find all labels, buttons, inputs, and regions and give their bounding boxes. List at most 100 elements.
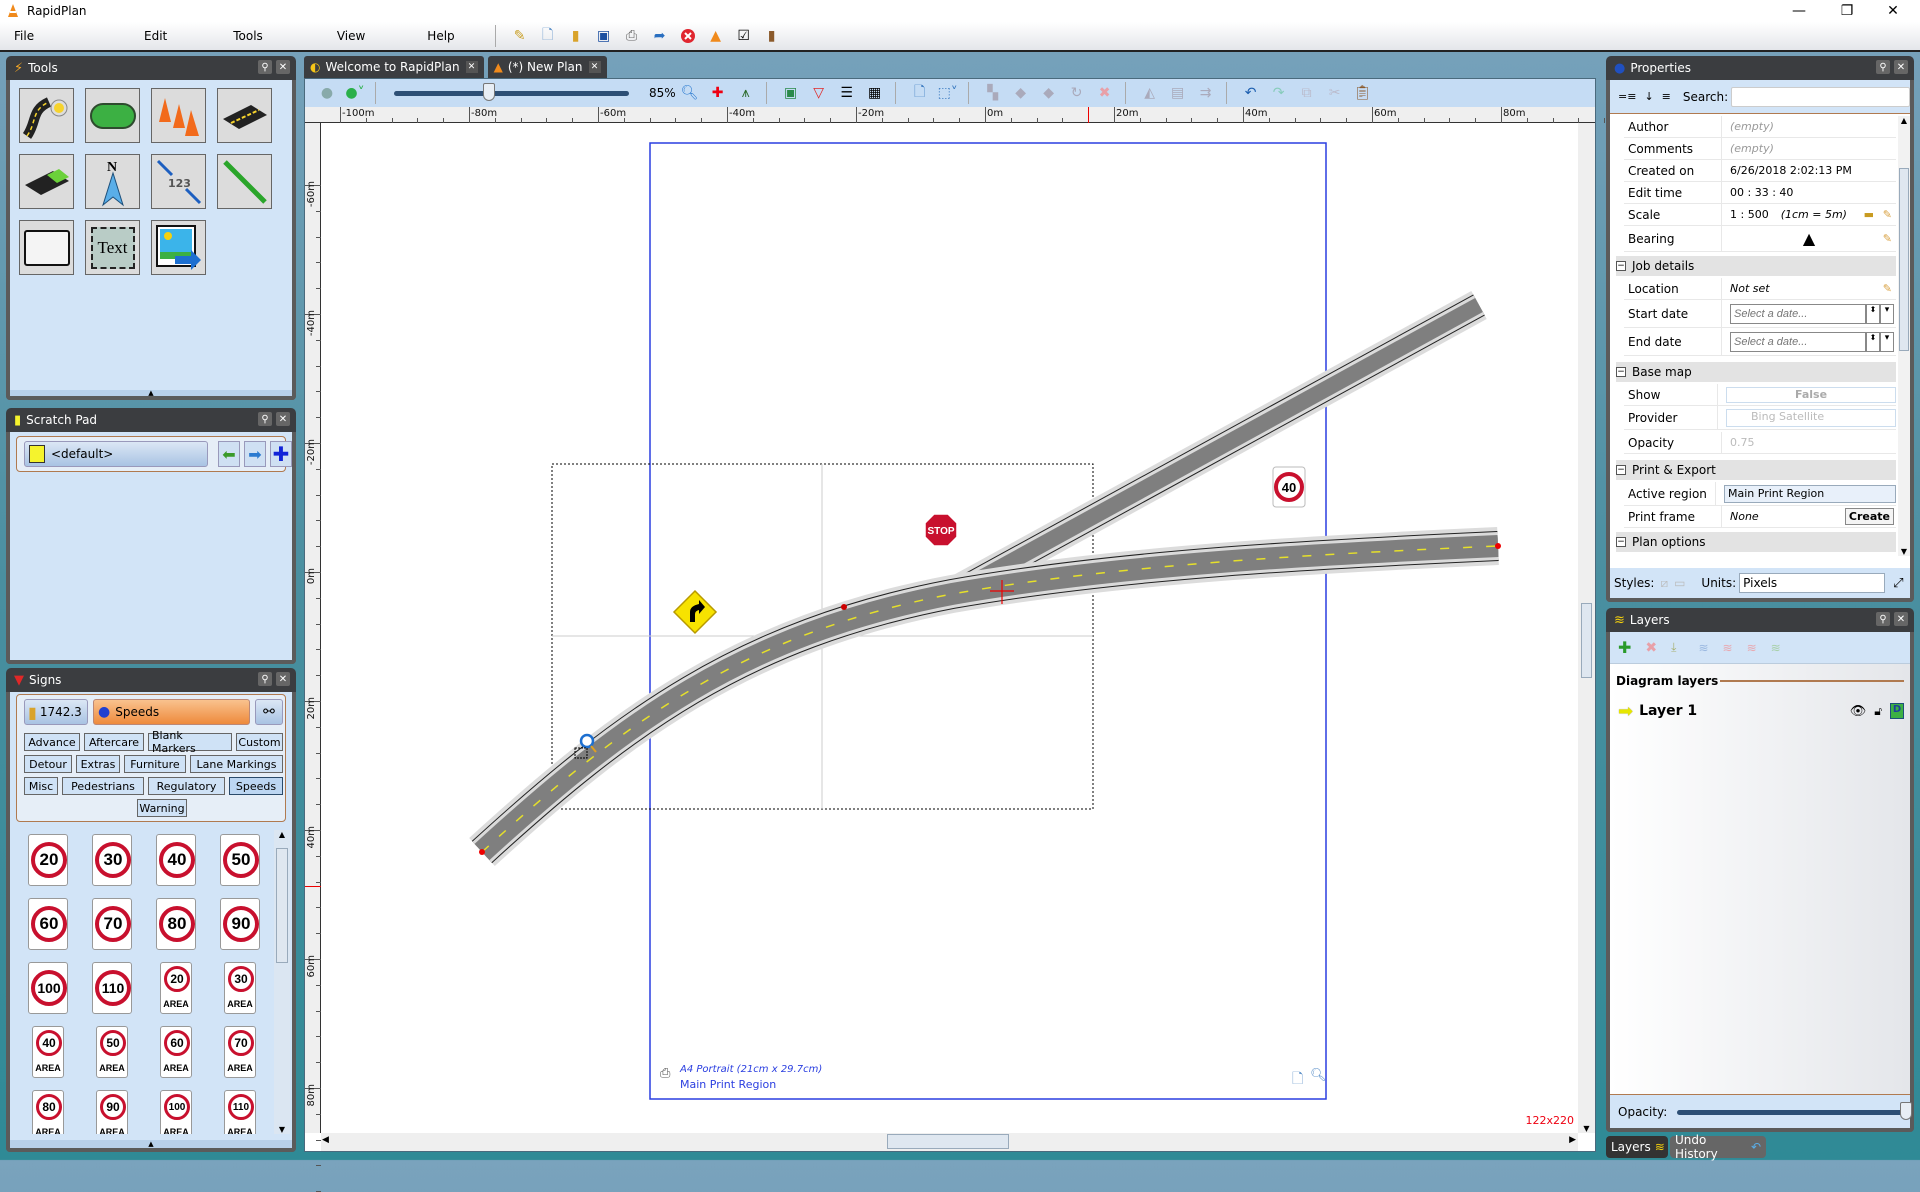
signs-resize-handle[interactable]: ▲	[10, 1140, 292, 1148]
zoom-slider[interactable]	[394, 83, 629, 103]
close-icon[interactable]: ✕	[1894, 60, 1908, 74]
speed-sign-20[interactable]: 20	[28, 834, 68, 886]
speed-sign-90[interactable]: 90	[220, 898, 260, 950]
line-tool[interactable]	[217, 154, 272, 209]
speed-sign-80[interactable]: 80	[156, 898, 196, 950]
list-view-icon[interactable]: ≡	[1662, 90, 1671, 103]
close-tab-icon[interactable]: ✕	[588, 61, 601, 73]
checkbox-icon[interactable]: ☑	[734, 26, 754, 46]
end-date-dropdown[interactable]: ▾	[1880, 331, 1894, 352]
layer-opacity-slider[interactable]	[1677, 1101, 1913, 1122]
area-speed-sign-50[interactable]: 50 AREA	[96, 1026, 128, 1078]
alpha-sort-icon[interactable]: ↓	[1644, 90, 1653, 103]
delete-layer-icon[interactable]: ✖	[1645, 640, 1657, 656]
menu-help[interactable]: Help	[369, 29, 458, 43]
sign-tab-blank-markers[interactable]: Blank Markers	[148, 729, 232, 755]
bring-forward-icon[interactable]: ◆	[1011, 83, 1031, 103]
group-icon[interactable]: ▚	[983, 83, 1003, 103]
signs-scrollbar[interactable]: ▲ ▼	[274, 830, 290, 1134]
paste-icon[interactable]: 📋︎	[1353, 83, 1373, 103]
lock-icon[interactable]: 🔓︎	[1874, 704, 1882, 719]
close-icon[interactable]: ✕	[276, 60, 290, 74]
bottom-tab-undo-history[interactable]: Undo History ↶	[1670, 1133, 1766, 1161]
sign-category-selector[interactable]: ● Speeds	[93, 699, 250, 725]
snap-icon[interactable]: ⩚	[736, 83, 756, 103]
sign-tab-advance[interactable]: Advance	[24, 733, 80, 751]
new-document-icon[interactable]: 🗋	[538, 26, 558, 46]
pin-icon[interactable]: ⚲	[258, 672, 272, 686]
section-plan-options[interactable]: − Plan options	[1616, 532, 1896, 552]
speed-sign-110[interactable]: 110	[92, 962, 132, 1014]
undo-icon[interactable]: ↶	[1241, 83, 1261, 103]
page-icon[interactable]: 🗋	[910, 83, 930, 103]
road-section-tool[interactable]	[217, 88, 272, 143]
sign-tab-misc[interactable]: Misc	[24, 777, 58, 795]
measure-tool[interactable]: 123	[151, 154, 206, 209]
sign-tab-custom[interactable]: Custom	[236, 733, 283, 751]
flip-icon[interactable]: ◭	[1140, 83, 1160, 103]
close-tab-icon[interactable]: ✕	[465, 61, 478, 73]
copy-icon[interactable]: ⧉	[1297, 83, 1317, 103]
zoom-slider-thumb[interactable]	[483, 83, 496, 101]
sign-tab-pedestrians[interactable]: Pedestrians	[62, 777, 144, 795]
restore-button[interactable]: ❐	[1824, 0, 1870, 22]
layer-top-icon[interactable]: ≋	[1747, 641, 1757, 655]
layer-d-icon[interactable]: D	[1890, 703, 1904, 719]
distribute-icon[interactable]: ⇉	[1196, 83, 1216, 103]
horizontal-scroll-thumb[interactable]	[887, 1134, 1009, 1149]
close-icon[interactable]: ✕	[276, 412, 290, 426]
edit-pencil-icon[interactable]: ✎	[1883, 282, 1892, 295]
pin-icon[interactable]: ⚲	[258, 60, 272, 74]
image-tool[interactable]	[151, 220, 206, 275]
section-base-map[interactable]: − Base map	[1616, 362, 1896, 382]
cones-tool[interactable]	[151, 88, 206, 143]
menu-file[interactable]: File	[0, 29, 74, 43]
speed-sign-70[interactable]: 70	[92, 898, 132, 950]
sign-tab-detour[interactable]: Detour	[24, 755, 72, 773]
comments-value[interactable]: (empty)	[1722, 138, 1896, 159]
speed-sign-100[interactable]: 100	[28, 962, 68, 1014]
active-region-select[interactable]: Main Print Region	[1724, 484, 1896, 503]
align-icon[interactable]: ▤	[1168, 83, 1188, 103]
expand-icon[interactable]: ⤢	[1893, 576, 1903, 591]
signs-scroll-thumb[interactable]	[276, 848, 288, 963]
properties-scroll-thumb[interactable]	[1899, 168, 1909, 351]
speed-sign-50[interactable]: 50	[220, 834, 260, 886]
sign-tab-extras[interactable]: Extras	[76, 755, 120, 773]
speed-sign-30[interactable]: 30	[92, 834, 132, 886]
show-toggle[interactable]: False	[1726, 386, 1896, 403]
area-speed-sign-100[interactable]: 100 AREA	[160, 1090, 192, 1134]
edit-pencil-icon[interactable]: ✎	[1883, 232, 1892, 245]
start-date-spinner[interactable]: ⬍	[1866, 303, 1880, 324]
layer-up-icon[interactable]: ≋	[1698, 641, 1708, 655]
style-copy-icon[interactable]: ▭	[1674, 576, 1685, 590]
create-frame-button[interactable]: Create	[1844, 508, 1894, 525]
text-tool[interactable]: Text	[85, 220, 140, 275]
previous-arrow-button[interactable]: ⬅	[218, 441, 240, 467]
close-icon[interactable]: ✕	[276, 672, 290, 686]
layer-bottom-icon[interactable]: ≋	[1771, 641, 1781, 655]
exit-door-icon[interactable]: ▮	[762, 26, 782, 46]
zoom-icon[interactable]: 🔍︎	[680, 83, 700, 103]
author-value[interactable]: (empty)	[1722, 116, 1896, 137]
units-select[interactable]: Pixels	[1739, 573, 1886, 593]
shape-tool[interactable]	[85, 88, 140, 143]
table-icon[interactable]: ▦	[865, 83, 885, 103]
export-icon[interactable]: ➦	[650, 26, 670, 46]
speed-sign-60[interactable]: 60	[28, 898, 68, 950]
scratch-pad-selector[interactable]: <default>	[24, 441, 208, 467]
area-speed-sign-90[interactable]: 90 AREA	[96, 1090, 128, 1134]
cone-icon[interactable]: ▲	[706, 26, 726, 46]
merge-layer-icon[interactable]: ⤓	[1671, 640, 1676, 655]
edit-pencil-icon[interactable]: ✎	[1883, 208, 1892, 221]
base-map-opacity-input[interactable]: 0.75	[1722, 432, 1896, 453]
delete-icon[interactable]: ✖	[1095, 83, 1115, 103]
sign-tab-lane-markings[interactable]: Lane Markings	[190, 755, 283, 773]
pin-icon[interactable]: ⚲	[1876, 612, 1890, 626]
close-window-button[interactable]: ✕	[1870, 0, 1916, 22]
ruler-icon[interactable]: ▬	[1864, 208, 1874, 221]
vertical-scroll-thumb[interactable]	[1581, 603, 1592, 678]
sign-tab-aftercare[interactable]: Aftercare	[84, 733, 144, 751]
sign-tab-warning[interactable]: Warning	[137, 799, 187, 817]
close-red-icon[interactable]	[678, 26, 698, 46]
